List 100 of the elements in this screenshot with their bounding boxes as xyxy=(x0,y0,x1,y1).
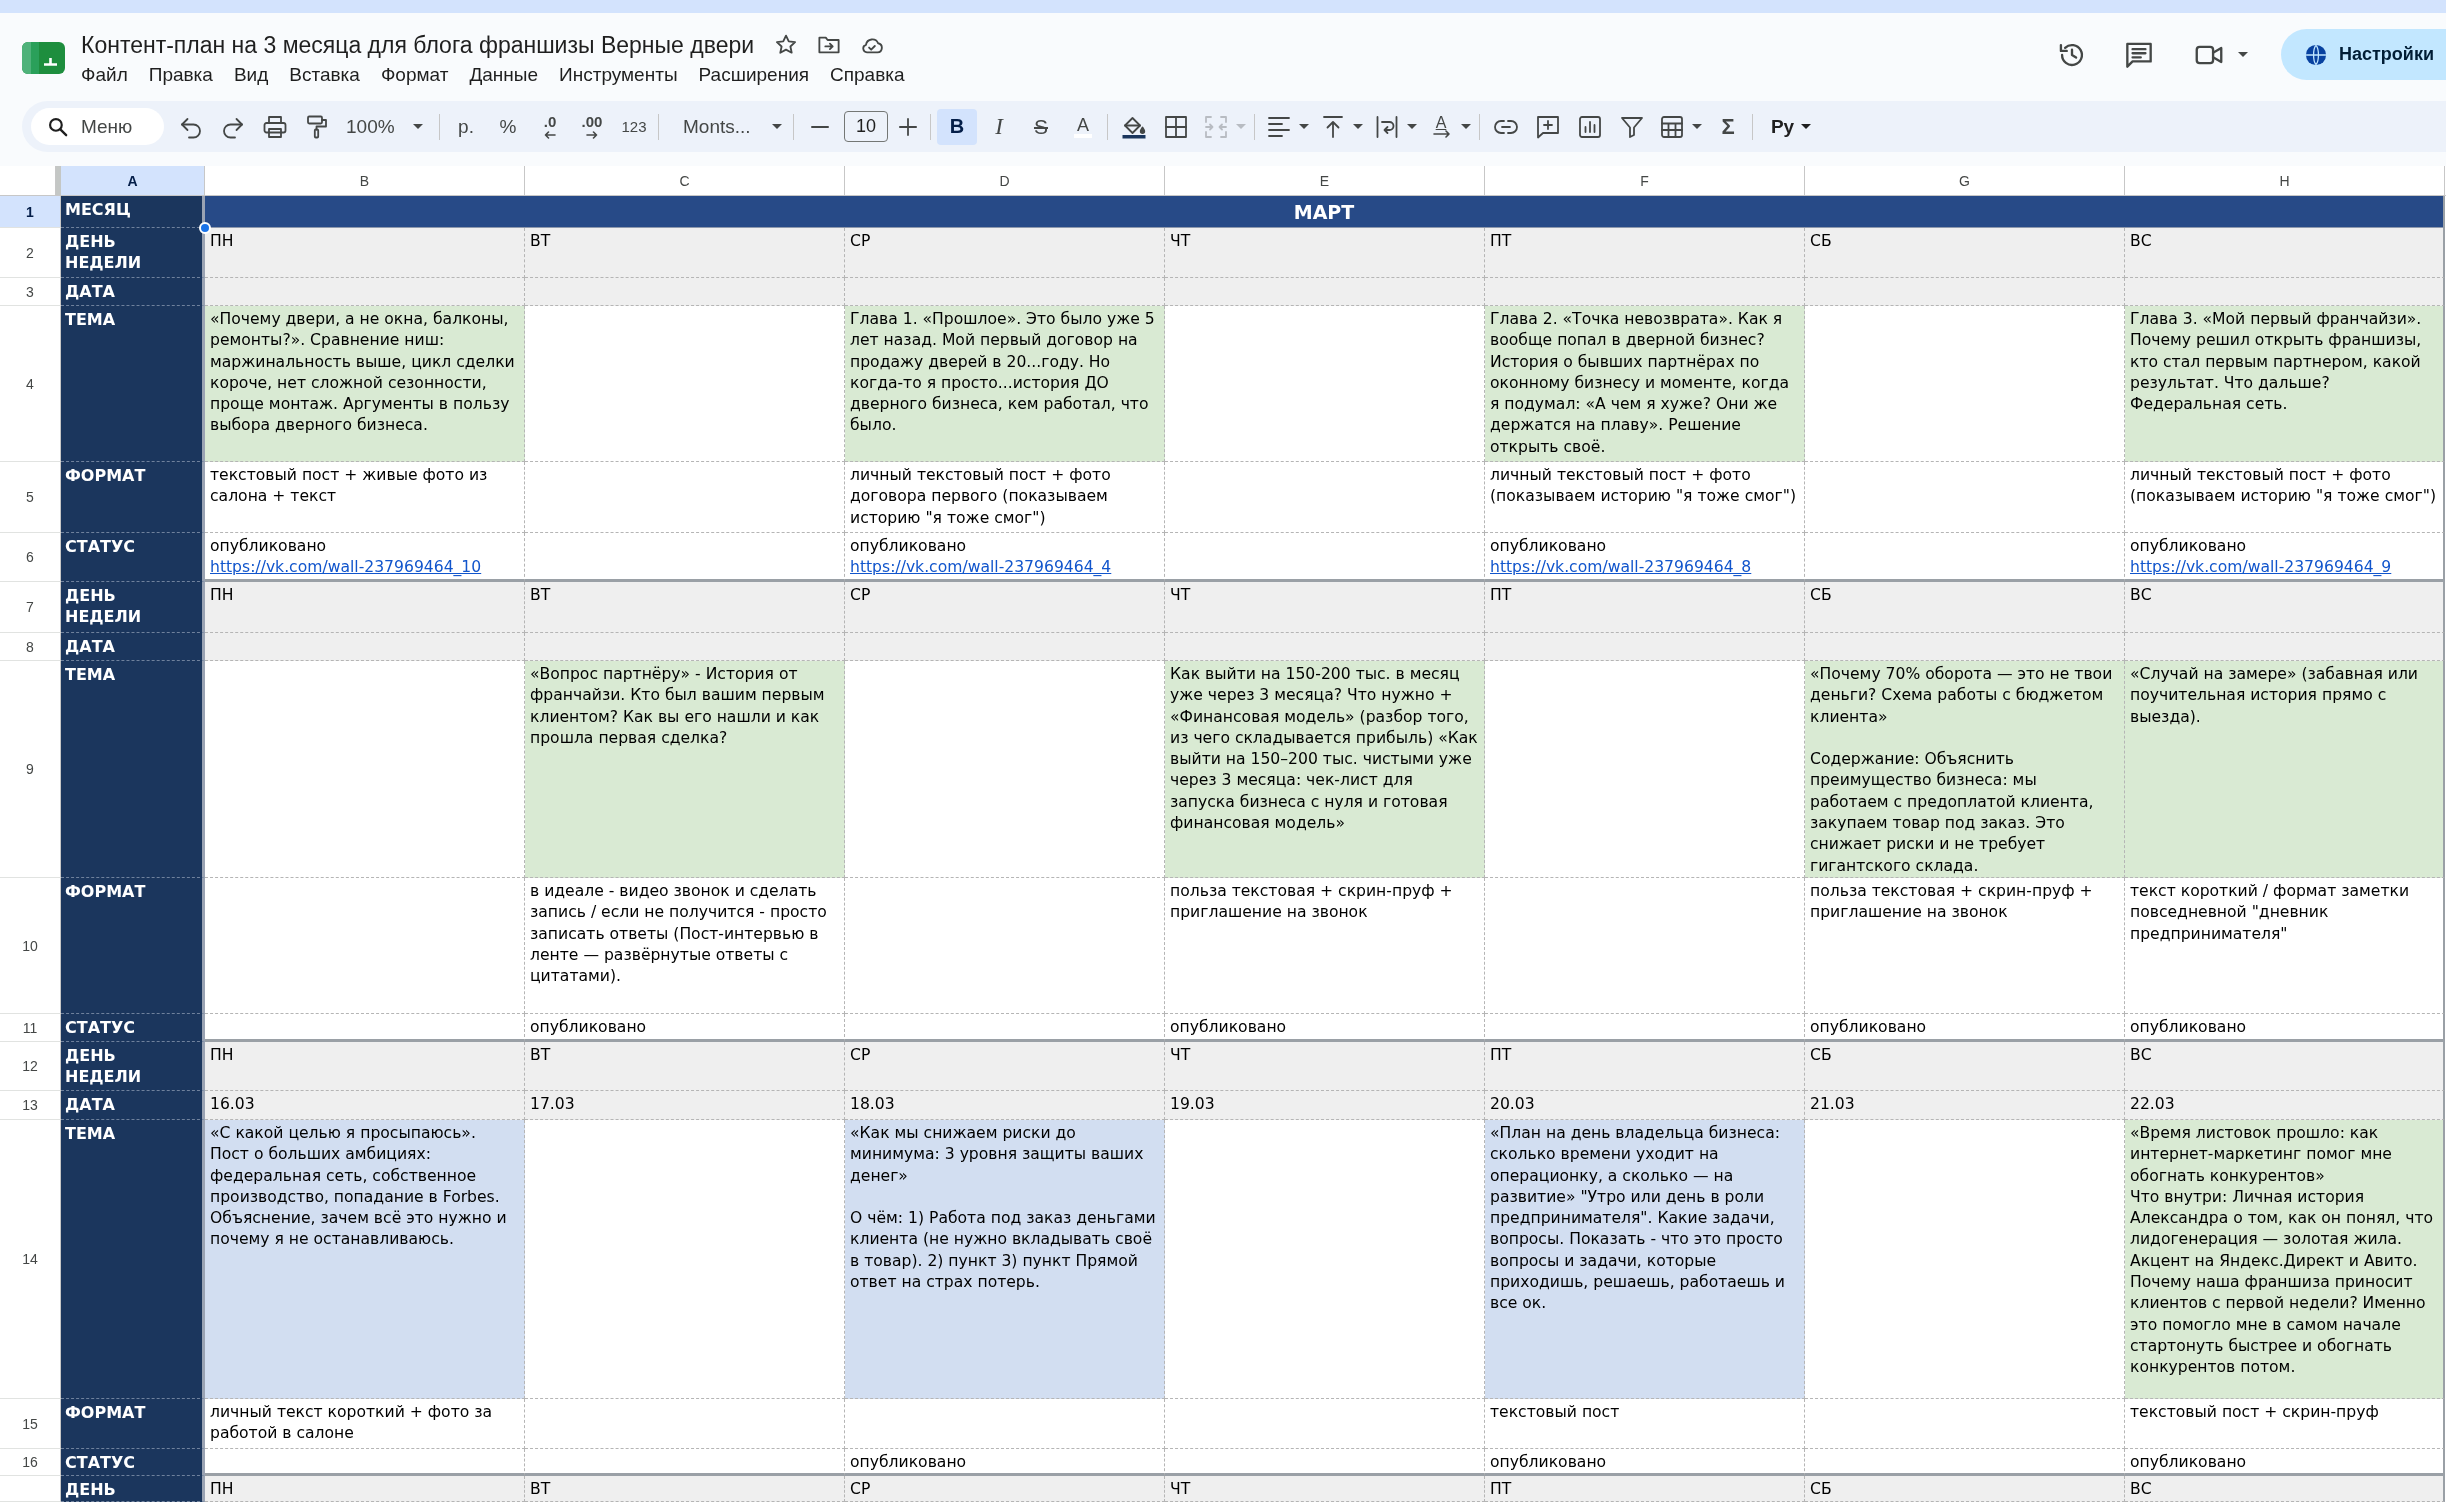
column-header[interactable]: C xyxy=(525,166,845,195)
chart-icon[interactable] xyxy=(1578,114,1602,139)
row-header[interactable]: 4 xyxy=(0,306,61,462)
folder-arrow-icon[interactable] xyxy=(818,34,841,56)
caret-icon xyxy=(1236,124,1246,129)
row-label: ТЕМА xyxy=(61,661,205,878)
table-cell: личный текстовый пост + фото договора первого (показываем историю "я тоже смог") xyxy=(845,462,1165,533)
italic-button[interactable]: I xyxy=(979,108,1019,145)
input-tools-dropdown[interactable]: Ру xyxy=(1761,108,1821,145)
share-button[interactable]: Настройки xyxy=(2281,29,2446,80)
plus-icon[interactable] xyxy=(899,117,917,136)
filter-icon[interactable] xyxy=(1620,114,1644,139)
row-header[interactable]: 1 xyxy=(0,196,61,228)
table-cell: «План на день владельца бизнеса: сколько времени уходит на операционку, а сколько — на развитие» "Утро или день в роли предпринимателя". Какие задачи, вопросы. Показать - что это просто вопросы и задачи, которые приходишь, решаешь, работаешь и все ок. xyxy=(1485,1120,1805,1399)
currency-button[interactable]: р. xyxy=(446,108,486,145)
column-header[interactable]: A xyxy=(61,166,205,195)
text-color-button[interactable]: A xyxy=(1063,108,1103,145)
number-format-button[interactable]: 123 xyxy=(614,108,654,145)
table-cell: СБ xyxy=(1805,1476,2125,1502)
menu-item[interactable]: Вид xyxy=(233,63,269,87)
table-cell: «Почему 70% оборота — это не твои деньги? Схема работы с бюджетом клиента» Содержание: Объяснить преимущество бизнеса: мы работаем с предоплатой клиента, закупаем товар под заказ. Это снижает риски и не требует гигантского склада. xyxy=(1805,661,2125,878)
menu-item[interactable]: Инструменты xyxy=(559,63,678,87)
table-cell: ПН xyxy=(205,1042,525,1091)
row-label: СТАТУС xyxy=(61,1449,205,1476)
text-rotation-dropdown[interactable]: A xyxy=(1423,108,1475,145)
row-label: СТАТУС xyxy=(61,1014,205,1042)
row-header[interactable]: 15 xyxy=(0,1399,61,1449)
month-title: МАРТ xyxy=(205,196,2445,228)
increase-decimals-button[interactable]: .00 xyxy=(572,108,612,145)
row-label: ФОРМАТ xyxy=(61,1399,205,1449)
font-dropdown[interactable]: Monts... xyxy=(665,108,789,145)
post-link[interactable]: https://vk.com/wall-237969464_4 xyxy=(850,557,1112,579)
status-text: опубликовано xyxy=(2130,536,2248,557)
zoom-dropdown[interactable]: 100% xyxy=(339,108,435,145)
table-cell: ЧТ xyxy=(1165,582,1485,633)
status-text: опубликовано xyxy=(850,536,968,557)
percent-button[interactable]: % xyxy=(488,108,528,145)
bold-button[interactable]: B xyxy=(937,108,977,145)
row-header[interactable]: 16 xyxy=(0,1449,61,1476)
column-header[interactable]: G xyxy=(1805,166,2125,195)
text-wrap-icon xyxy=(1375,114,1399,139)
row-header[interactable]: 6 xyxy=(0,533,61,582)
comment-icon[interactable] xyxy=(2125,40,2153,69)
post-link[interactable]: https://vk.com/wall-237969464_8 xyxy=(1490,557,1752,579)
star-icon[interactable] xyxy=(775,34,798,56)
post-link[interactable]: https://vk.com/wall-237969464_10 xyxy=(210,557,482,579)
row-header[interactable]: 2 xyxy=(0,228,61,278)
menu-item[interactable]: Расширения xyxy=(698,63,810,87)
table-cell: ПН xyxy=(205,228,525,278)
table-cell: ПН xyxy=(205,582,525,633)
menu-item[interactable]: Файл xyxy=(81,63,128,87)
menu-item[interactable]: Формат xyxy=(380,63,449,87)
strikethrough-button[interactable]: S xyxy=(1021,108,1061,145)
row-label: СТАТУС xyxy=(61,533,205,582)
table-cell: в идеале - видео звонок и сделать запись / если не получится - просто записать ответы (Пост-интервью в ленте — развёрнутые ответы с цитатами). xyxy=(525,878,845,1014)
row-header[interactable]: 10 xyxy=(0,878,61,1014)
table-cell: СР xyxy=(845,582,1165,633)
table-cell: «С какой целью я просыпаюсь». Пост о больших амбициях: федеральная сеть, собственное производство, попадание в Forbes. Объяснение, зачем всё это нужно и почему я не останавливаюсь. xyxy=(205,1120,525,1399)
status-text: опубликовано xyxy=(210,536,328,557)
table-cell: СР xyxy=(845,1042,1165,1091)
paint-bucket-icon[interactable] xyxy=(1122,114,1146,139)
align-top-icon xyxy=(1321,114,1345,139)
row-header[interactable]: 13 xyxy=(0,1091,61,1120)
add-comment-icon[interactable] xyxy=(1536,114,1560,139)
functions-button[interactable]: Σ xyxy=(1708,108,1748,145)
column-header[interactable]: E xyxy=(1165,166,1485,195)
caret-icon xyxy=(413,124,423,129)
row-header[interactable]: 8 xyxy=(0,633,61,661)
document-title[interactable]: Контент-план на 3 месяца для блога франшизы Верные двери xyxy=(81,31,755,59)
decrease-decimals-button[interactable]: .0 xyxy=(530,108,570,145)
paint-roller-icon[interactable] xyxy=(305,114,329,139)
borders-icon[interactable] xyxy=(1164,114,1188,139)
column-header[interactable]: H xyxy=(2125,166,2445,195)
row-header[interactable]: 11 xyxy=(0,1014,61,1042)
column-header[interactable]: B xyxy=(205,166,525,195)
menu-item[interactable]: Правка xyxy=(148,63,213,87)
font-size-field[interactable]: 10 xyxy=(844,111,888,142)
table-cell: 22.03 xyxy=(2125,1091,2445,1120)
print-icon[interactable] xyxy=(263,114,287,139)
row-header[interactable]: 5 xyxy=(0,462,61,533)
menu-item[interactable]: Данные xyxy=(469,63,539,87)
row-header[interactable]: 14 xyxy=(0,1120,61,1399)
table-cell: текстовый пост + живые фото из салона + текст xyxy=(205,462,525,533)
row-header[interactable]: 3 xyxy=(0,278,61,306)
table-cell: опубликовано xyxy=(2125,1014,2445,1042)
row-header[interactable]: 12 xyxy=(0,1042,61,1091)
column-header[interactable]: D xyxy=(845,166,1165,195)
row-header[interactable]: 9 xyxy=(0,661,61,878)
menu-item[interactable]: Справка xyxy=(830,63,905,87)
column-header[interactable]: F xyxy=(1485,166,1805,195)
table-cell: Глава 2. «Точка невозврата». Как я вообще попал в дверной бизнес? История о бывших партнёрах по оконному бизнесу и моменте, когда я подумал: «А чем я хуже? Они же держатся на плаву». Решение открыть своё. xyxy=(1485,306,1805,462)
table-cell: ВС xyxy=(2125,228,2445,278)
post-link[interactable]: https://vk.com/wall-237969464_9 xyxy=(2130,557,2392,579)
search-field[interactable]: Меню xyxy=(31,108,164,145)
menu-item[interactable]: Вставка xyxy=(289,63,360,87)
row-label: ДАТА xyxy=(61,1091,205,1120)
row-header[interactable]: 7 xyxy=(0,582,61,633)
minus-icon[interactable] xyxy=(811,125,829,128)
table-cell: СР xyxy=(845,228,1165,278)
caret-icon xyxy=(1299,124,1309,129)
